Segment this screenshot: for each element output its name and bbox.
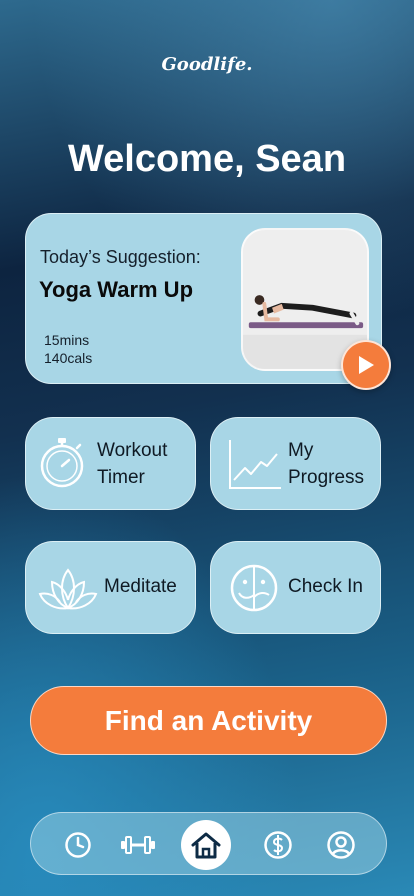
check-in-label: Check In [288,576,363,597]
bottom-nav [30,812,387,875]
dumbbell-icon [121,835,155,854]
workout-timer-tile[interactable]: Workout Timer [25,417,196,510]
my-progress-label-line2: Progress [288,467,365,488]
suggestion-meta: 15mins 140cals [44,331,92,367]
nav-history[interactable] [53,813,103,876]
play-icon [359,356,374,374]
clock-icon [65,831,91,858]
lotus-icon [38,568,98,610]
play-button[interactable] [341,340,391,390]
nav-home[interactable] [181,820,231,870]
meditate-label: Meditate [104,576,177,597]
meditate-tile[interactable]: Meditate [25,541,196,634]
nav-profile[interactable] [316,813,366,876]
user-icon [327,830,355,859]
suggestion-duration: 15mins [44,332,90,348]
find-activity-button[interactable]: Find an Activity [30,686,387,755]
nav-billing[interactable] [253,813,303,876]
dollar-icon [264,830,292,859]
workout-timer-label-line2: Timer [97,467,145,488]
workout-timer-label-line1: Workout [97,440,168,461]
my-progress-label-line1: My [288,440,314,461]
my-progress-label: My Progress [288,437,364,491]
welcome-heading: Welcome, Sean [67,138,347,180]
mood-face-icon [230,564,278,612]
app-logo: Goodlife. [161,54,253,75]
home-icon [191,832,221,859]
workout-timer-label: Workout Timer [97,437,167,491]
suggestion-card[interactable]: Today’s Suggestion: Yoga Warm Up 15mins … [25,213,391,390]
my-progress-tile[interactable]: My Progress [210,417,381,510]
line-chart-icon [229,440,281,489]
suggestion-calories: 140cals [44,350,93,366]
suggestion-title: Yoga Warm Up [39,277,194,302]
stopwatch-icon [40,438,84,488]
suggestion-label: Today’s Suggestion: [40,247,201,267]
check-in-tile[interactable]: Check In [210,541,381,634]
nav-workouts[interactable] [113,813,163,876]
